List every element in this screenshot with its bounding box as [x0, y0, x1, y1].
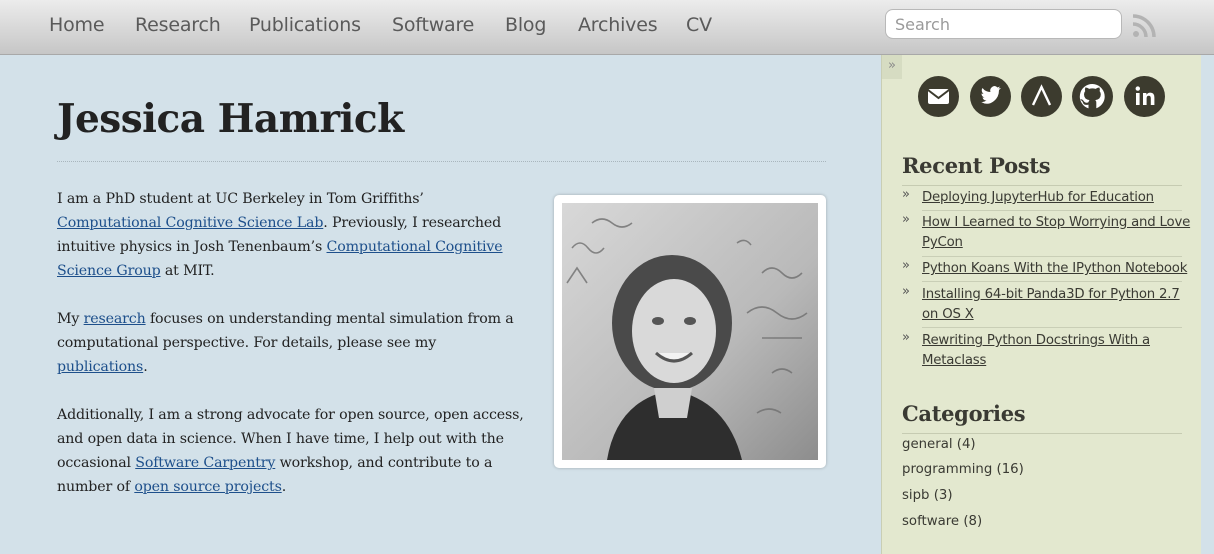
nav-home[interactable]: Home [49, 14, 105, 36]
software-carpentry-link[interactable]: Software Carpentry [135, 455, 275, 471]
category-link[interactable]: software (8) [902, 514, 982, 529]
recent-post-link[interactable]: Installing 64-bit Panda3D for Python 2.7… [922, 285, 1192, 325]
bio-paragraph-2: My research focuses on understanding men… [57, 307, 527, 379]
bio-text: My [57, 311, 84, 327]
bio-paragraph-3: Additionally, I am a strong advocate for… [57, 403, 527, 499]
page-title: Jessica Hamrick [57, 96, 404, 142]
categories-heading: Categories [902, 401, 1026, 426]
bio-text: at MIT. [160, 263, 215, 279]
recent-posts-divider [902, 185, 1182, 186]
category-link[interactable]: general (4) [902, 437, 976, 452]
chevron-right-icon: » [902, 284, 910, 299]
post-divider [922, 256, 1182, 257]
nav-research[interactable]: Research [135, 14, 221, 36]
chevron-right-icon: » [902, 187, 910, 202]
chevron-right-icon: » [902, 330, 910, 345]
top-navbar: Home Research Publications Software Blog… [0, 0, 1214, 55]
profile-photo [562, 203, 818, 460]
bio-paragraph-1: I am a PhD student at UC Berkeley in Tom… [57, 187, 527, 283]
category-link[interactable]: sipb (3) [902, 488, 953, 503]
recent-posts-heading: Recent Posts [902, 153, 1051, 178]
post-divider [922, 327, 1182, 328]
nav-archives[interactable]: Archives [578, 14, 658, 36]
linkedin-icon[interactable] [1124, 76, 1165, 117]
open-source-projects-link[interactable]: open source projects [134, 479, 282, 495]
sidebar: » Recent Posts » Deploying JupyterHub fo… [881, 55, 1201, 554]
nav-blog[interactable]: Blog [505, 14, 546, 36]
bio-text: . [281, 479, 287, 495]
bio-text: I am a PhD student at UC Berkeley in Tom… [57, 191, 424, 207]
search-input[interactable] [885, 9, 1122, 39]
email-icon[interactable] [918, 76, 959, 117]
categories-divider [902, 433, 1182, 434]
github-icon[interactable] [1072, 76, 1113, 117]
recent-post-link[interactable]: Rewriting Python Docstrings With a Metac… [922, 331, 1192, 371]
chevron-right-icon: » [902, 212, 910, 227]
social-links [882, 76, 1202, 118]
bio-text: . [143, 359, 148, 375]
lab-link[interactable]: Computational Cognitive Science Lab [57, 215, 323, 231]
title-divider [57, 161, 826, 162]
publications-link[interactable]: publications [57, 359, 143, 375]
category-link[interactable]: programming (16) [902, 462, 1024, 477]
profile-photo-frame [554, 195, 826, 468]
recent-post-link[interactable]: How I Learned to Stop Worrying and Love … [922, 213, 1192, 253]
research-link[interactable]: research [84, 311, 146, 327]
rss-icon[interactable] [1132, 14, 1156, 38]
chevron-right-icon: » [902, 258, 910, 273]
nav-cv[interactable]: CV [686, 14, 712, 36]
nav-publications[interactable]: Publications [249, 14, 361, 36]
recent-post-link[interactable]: Deploying JupyterHub for Education [922, 188, 1192, 208]
post-divider [922, 210, 1182, 211]
arxiv-icon[interactable] [1021, 76, 1062, 117]
post-divider [922, 281, 1182, 282]
twitter-icon[interactable] [970, 76, 1011, 117]
nav-software[interactable]: Software [392, 14, 474, 36]
recent-post-link[interactable]: Python Koans With the IPython Notebook [922, 259, 1192, 279]
